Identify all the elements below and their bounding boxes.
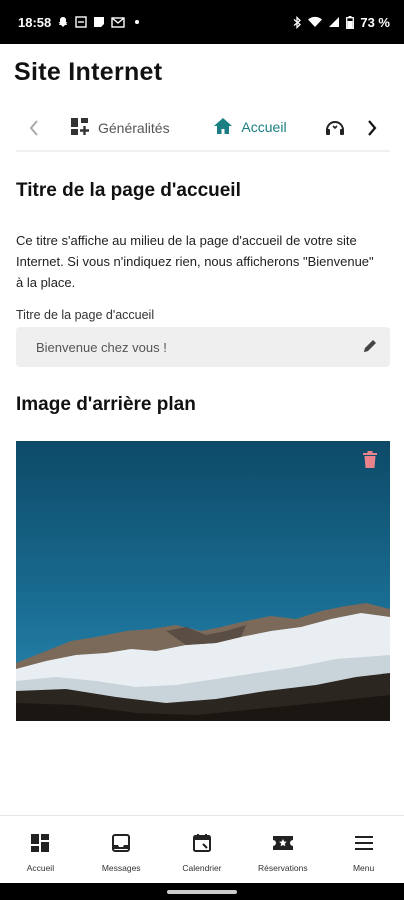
signal-icon: [328, 16, 340, 28]
tab-label: Généralités: [98, 120, 170, 136]
ticket-icon: [272, 832, 294, 854]
nav-label: Réservations: [257, 863, 308, 873]
nav-label: Messages: [101, 863, 141, 873]
chevron-right-icon: [368, 120, 377, 136]
home-title-field-label: Titre de la page d'accueil: [16, 308, 155, 322]
nav-label: Accueil: [26, 863, 55, 873]
nav-label: Menu: [352, 863, 375, 873]
nav-messages[interactable]: Messages: [81, 816, 162, 883]
tab-accueil[interactable]: Accueil: [194, 104, 306, 152]
home-icon: [213, 116, 233, 139]
nav-label: Calendrier: [182, 863, 222, 873]
nav-calendrier[interactable]: Calendrier: [162, 816, 243, 883]
battery-percent: 73 %: [360, 14, 390, 30]
section-description: Ce titre s'affiche au milieu de la page …: [16, 233, 374, 290]
calendar-icon: [192, 832, 212, 854]
notes-icon: [75, 16, 87, 28]
scroll-left-button[interactable]: [22, 116, 46, 140]
scroll-right-button[interactable]: [360, 116, 384, 140]
dashboard-icon: [70, 117, 90, 140]
mountain-landscape-image: [16, 441, 390, 721]
bottom-navigation: Accueil Messages Calendrier Réservations…: [0, 815, 404, 883]
wifi-icon: [308, 16, 323, 28]
home-title-value: Bienvenue chez vous !: [36, 339, 167, 355]
bluetooth-icon: [293, 15, 302, 29]
trash-icon[interactable]: [362, 451, 378, 469]
edit-icon[interactable]: [362, 338, 378, 357]
inbox-icon: [111, 832, 131, 854]
menu-icon: [354, 832, 374, 854]
home-gesture-handle[interactable]: [167, 890, 237, 894]
status-bar: 18:58 73 %: [0, 0, 404, 44]
battery-icon: [346, 15, 355, 29]
nav-reservations[interactable]: Réservations: [242, 816, 323, 883]
section-title-background: Image d'arrière plan: [16, 394, 196, 415]
nav-accueil[interactable]: Accueil: [0, 816, 81, 883]
snapchat-icon: [57, 16, 69, 28]
support-icon: [324, 117, 346, 140]
background-image[interactable]: [16, 441, 390, 721]
tabs-divider: [16, 150, 390, 152]
nav-menu[interactable]: Menu: [323, 816, 404, 883]
tab-label: Accueil: [241, 119, 287, 135]
home-title-input[interactable]: Bienvenue chez vous !: [16, 327, 390, 367]
system-navigation-bar: [0, 883, 404, 900]
gmail-icon: [111, 16, 125, 28]
status-time: 18:58: [18, 14, 52, 30]
section-title-home-title: Titre de la page d'accueil: [16, 180, 241, 201]
tab-bar: Généralités Accueil: [0, 104, 404, 152]
tab-generalites[interactable]: Généralités: [70, 104, 170, 152]
notification-dot: [135, 20, 140, 24]
page-title: Site Internet: [14, 58, 163, 86]
docs-icon: [93, 16, 105, 28]
dashboard-icon: [30, 832, 50, 854]
chevron-left-icon: [29, 120, 38, 136]
tab-support[interactable]: [324, 104, 346, 152]
